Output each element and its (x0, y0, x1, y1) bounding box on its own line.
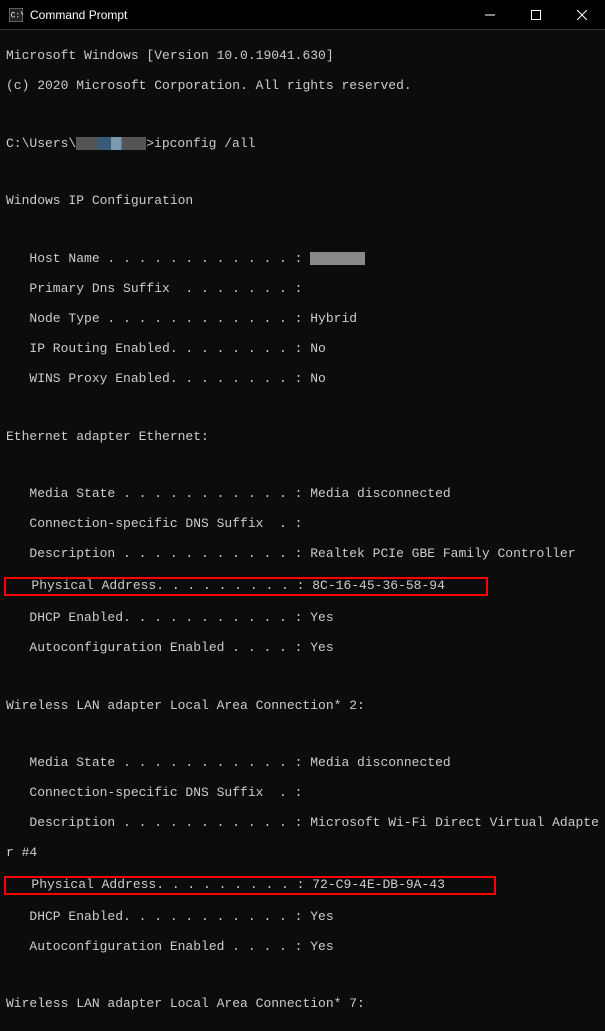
ip-routing-line: IP Routing Enabled. . . . . . . . : No (6, 342, 599, 357)
wlan2-phys-highlight: Physical Address. . . . . . . . . : 72-C… (4, 876, 496, 895)
svg-text:C:\: C:\ (11, 11, 23, 20)
copyright-line: (c) 2020 Microsoft Corporation. All righ… (6, 79, 599, 94)
close-button[interactable] (559, 0, 605, 29)
wlan2-desc-line: Description . . . . . . . . . . . : Micr… (6, 816, 599, 831)
titlebar-left: C:\ Command Prompt (0, 7, 127, 23)
eth-auto-line: Autoconfiguration Enabled . . . . : Yes (6, 641, 599, 656)
wlan2-mac-address: 72-C9-4E-DB-9A-43 (312, 877, 445, 892)
eth-mac-address: 8C-16-45-36-58-94 (312, 578, 445, 593)
window-controls (467, 0, 605, 29)
prompt-prefix: C:\Users\ (6, 136, 76, 151)
section-wlan2: Wireless LAN adapter Local Area Connecti… (6, 699, 599, 714)
wlan2-phys-line: Physical Address. . . . . . . . . : 72-C… (6, 876, 599, 895)
node-type-line: Node Type . . . . . . . . . . . . : Hybr… (6, 312, 599, 327)
version-line: Microsoft Windows [Version 10.0.19041.63… (6, 49, 599, 64)
eth-media-line: Media State . . . . . . . . . . . : Medi… (6, 487, 599, 502)
redacted-username (76, 137, 146, 150)
wins-proxy-line: WINS Proxy Enabled. . . . . . . . : No (6, 372, 599, 387)
wlan2-media-line: Media State . . . . . . . . . . . : Medi… (6, 756, 599, 771)
hostname-line: Host Name . . . . . . . . . . . . : (6, 252, 599, 267)
eth-phys-highlight: Physical Address. . . . . . . . . : 8C-1… (4, 577, 488, 596)
prompt-command: >ipconfig /all (146, 136, 255, 151)
maximize-button[interactable] (513, 0, 559, 29)
wlan2-dhcp-line: DHCP Enabled. . . . . . . . . . . : Yes (6, 910, 599, 925)
window-title: Command Prompt (30, 8, 127, 22)
eth-dhcp-line: DHCP Enabled. . . . . . . . . . . : Yes (6, 611, 599, 626)
section-wlan7: Wireless LAN adapter Local Area Connecti… (6, 997, 599, 1012)
section-ethernet: Ethernet adapter Ethernet: (6, 430, 599, 445)
eth-dns-line: Connection-specific DNS Suffix . : (6, 517, 599, 532)
eth-desc-line: Description . . . . . . . . . . . : Real… (6, 547, 599, 562)
minimize-button[interactable] (467, 0, 513, 29)
section-ipconfig: Windows IP Configuration (6, 194, 599, 209)
wlan2-dns-line: Connection-specific DNS Suffix . : (6, 786, 599, 801)
terminal-output[interactable]: Microsoft Windows [Version 10.0.19041.63… (0, 30, 605, 1031)
wlan2-auto-line: Autoconfiguration Enabled . . . . : Yes (6, 940, 599, 955)
prompt-line: C:\Users\ >ipconfig /all (6, 137, 599, 152)
primary-dns-line: Primary Dns Suffix . . . . . . . : (6, 282, 599, 297)
eth-phys-line: Physical Address. . . . . . . . . : 8C-1… (6, 577, 599, 596)
wlan2-desc-line2: r #4 (6, 846, 599, 861)
window-titlebar: C:\ Command Prompt (0, 0, 605, 30)
redacted-hostname (310, 252, 365, 265)
cmd-icon: C:\ (8, 7, 24, 23)
